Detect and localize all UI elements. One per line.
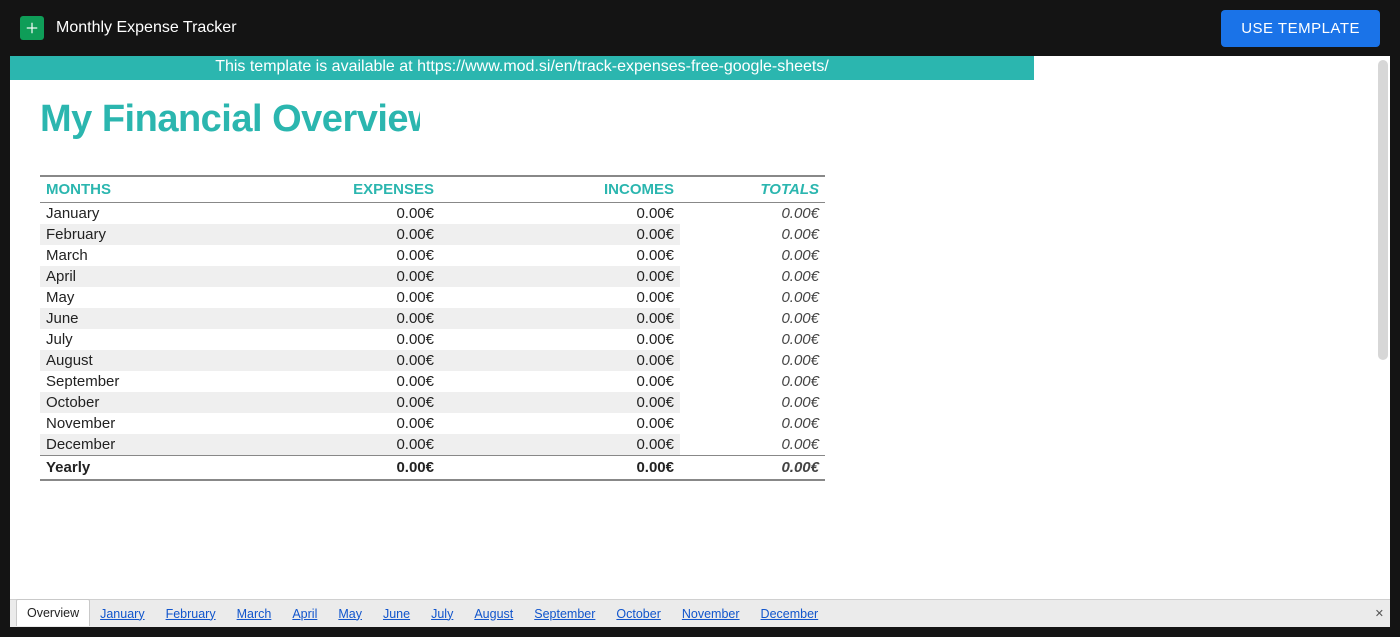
cell-expenses[interactable]: 0.00€: [160, 266, 440, 287]
cell-incomes[interactable]: 0.00€: [440, 308, 680, 329]
cell-expenses[interactable]: 0.00€: [160, 203, 440, 225]
cell-totals[interactable]: 0.00€: [680, 266, 825, 287]
table-row[interactable]: December0.00€0.00€0.00€: [40, 434, 825, 456]
cell-incomes[interactable]: 0.00€: [440, 245, 680, 266]
header-expenses: EXPENSES: [160, 176, 440, 203]
cell-expenses[interactable]: 0.00€: [160, 456, 440, 481]
cell-month[interactable]: December: [40, 434, 160, 456]
cell-totals[interactable]: 0.00€: [680, 287, 825, 308]
cell-month[interactable]: Yearly: [40, 456, 160, 481]
cell-month[interactable]: August: [40, 350, 160, 371]
sheet-tabs: OverviewJanuaryFebruaryMarchAprilMayJune…: [10, 599, 1390, 627]
tab-september[interactable]: September: [524, 600, 606, 627]
table-row[interactable]: June0.00€0.00€0.00€: [40, 308, 825, 329]
cell-incomes[interactable]: 0.00€: [440, 456, 680, 481]
use-template-button[interactable]: USE TEMPLATE: [1221, 10, 1380, 47]
cell-month[interactable]: April: [40, 266, 160, 287]
table-row[interactable]: September0.00€0.00€0.00€: [40, 371, 825, 392]
cell-expenses[interactable]: 0.00€: [160, 287, 440, 308]
cell-incomes[interactable]: 0.00€: [440, 266, 680, 287]
cell-totals[interactable]: 0.00€: [680, 308, 825, 329]
tab-june[interactable]: June: [373, 600, 421, 627]
table-row[interactable]: October0.00€0.00€0.00€: [40, 392, 825, 413]
cell-expenses[interactable]: 0.00€: [160, 413, 440, 434]
cell-totals[interactable]: 0.00€: [680, 350, 825, 371]
content: My Financial Overview MONTHS EXPENSES IN…: [10, 80, 1390, 597]
cell-expenses[interactable]: 0.00€: [160, 392, 440, 413]
cell-incomes[interactable]: 0.00€: [440, 203, 680, 225]
cell-expenses[interactable]: 0.00€: [160, 245, 440, 266]
cell-incomes[interactable]: 0.00€: [440, 434, 680, 456]
cell-totals[interactable]: 0.00€: [680, 413, 825, 434]
table-row[interactable]: January0.00€0.00€0.00€: [40, 203, 825, 225]
header-months: MONTHS: [40, 176, 160, 203]
cell-expenses[interactable]: 0.00€: [160, 350, 440, 371]
tab-may[interactable]: May: [328, 600, 373, 627]
table-row[interactable]: November0.00€0.00€0.00€: [40, 413, 825, 434]
cell-totals[interactable]: 0.00€: [680, 245, 825, 266]
tab-april[interactable]: April: [282, 600, 328, 627]
cell-incomes[interactable]: 0.00€: [440, 413, 680, 434]
table-row[interactable]: February0.00€0.00€0.00€: [40, 224, 825, 245]
viewport: This template is available at https://ww…: [0, 56, 1400, 637]
cell-expenses[interactable]: 0.00€: [160, 329, 440, 350]
table-row[interactable]: April0.00€0.00€0.00€: [40, 266, 825, 287]
sheet-frame: This template is available at https://ww…: [10, 56, 1390, 627]
cell-month[interactable]: November: [40, 413, 160, 434]
cell-totals[interactable]: 0.00€: [680, 434, 825, 456]
cell-totals[interactable]: 0.00€: [680, 456, 825, 481]
banner: This template is available at https://ww…: [10, 56, 1034, 80]
cell-incomes[interactable]: 0.00€: [440, 392, 680, 413]
cell-expenses[interactable]: 0.00€: [160, 434, 440, 456]
close-icon[interactable]: ✕: [1369, 600, 1390, 627]
page-title: My Financial Overview: [40, 98, 420, 141]
document-title: Monthly Expense Tracker: [56, 19, 237, 37]
cell-month[interactable]: June: [40, 308, 160, 329]
cell-incomes[interactable]: 0.00€: [440, 350, 680, 371]
topbar: Monthly Expense Tracker USE TEMPLATE: [0, 0, 1400, 56]
tab-december[interactable]: December: [751, 600, 830, 627]
cell-month[interactable]: May: [40, 287, 160, 308]
cell-incomes[interactable]: 0.00€: [440, 371, 680, 392]
cell-incomes[interactable]: 0.00€: [440, 224, 680, 245]
cell-expenses[interactable]: 0.00€: [160, 308, 440, 329]
scrollbar[interactable]: [1378, 60, 1388, 360]
table-row[interactable]: May0.00€0.00€0.00€: [40, 287, 825, 308]
tab-march[interactable]: March: [227, 600, 283, 627]
tab-overview[interactable]: Overview: [16, 599, 90, 626]
cell-month[interactable]: July: [40, 329, 160, 350]
cell-month[interactable]: February: [40, 224, 160, 245]
cell-incomes[interactable]: 0.00€: [440, 329, 680, 350]
cell-month[interactable]: September: [40, 371, 160, 392]
cell-totals[interactable]: 0.00€: [680, 203, 825, 225]
cell-month[interactable]: January: [40, 203, 160, 225]
cell-month[interactable]: March: [40, 245, 160, 266]
cell-expenses[interactable]: 0.00€: [160, 224, 440, 245]
header-totals: TOTALS: [680, 176, 825, 203]
cell-totals[interactable]: 0.00€: [680, 392, 825, 413]
table-row[interactable]: August0.00€0.00€0.00€: [40, 350, 825, 371]
table-header-row: MONTHS EXPENSES INCOMES TOTALS: [40, 176, 825, 203]
cell-totals[interactable]: 0.00€: [680, 224, 825, 245]
cell-expenses[interactable]: 0.00€: [160, 371, 440, 392]
table-row[interactable]: March0.00€0.00€0.00€: [40, 245, 825, 266]
topbar-left: Monthly Expense Tracker: [20, 16, 237, 40]
tab-february[interactable]: February: [156, 600, 227, 627]
tab-august[interactable]: August: [464, 600, 524, 627]
tab-october[interactable]: October: [606, 600, 671, 627]
cell-totals[interactable]: 0.00€: [680, 329, 825, 350]
cell-totals[interactable]: 0.00€: [680, 371, 825, 392]
table-row[interactable]: July0.00€0.00€0.00€: [40, 329, 825, 350]
cell-incomes[interactable]: 0.00€: [440, 287, 680, 308]
tab-january[interactable]: January: [90, 600, 155, 627]
cell-month[interactable]: October: [40, 392, 160, 413]
overview-table: MONTHS EXPENSES INCOMES TOTALS January0.…: [40, 175, 825, 481]
tab-july[interactable]: July: [421, 600, 464, 627]
sheets-icon: [20, 16, 44, 40]
tab-november[interactable]: November: [672, 600, 751, 627]
table-row-yearly[interactable]: Yearly0.00€0.00€0.00€: [40, 456, 825, 481]
header-incomes: INCOMES: [440, 176, 680, 203]
